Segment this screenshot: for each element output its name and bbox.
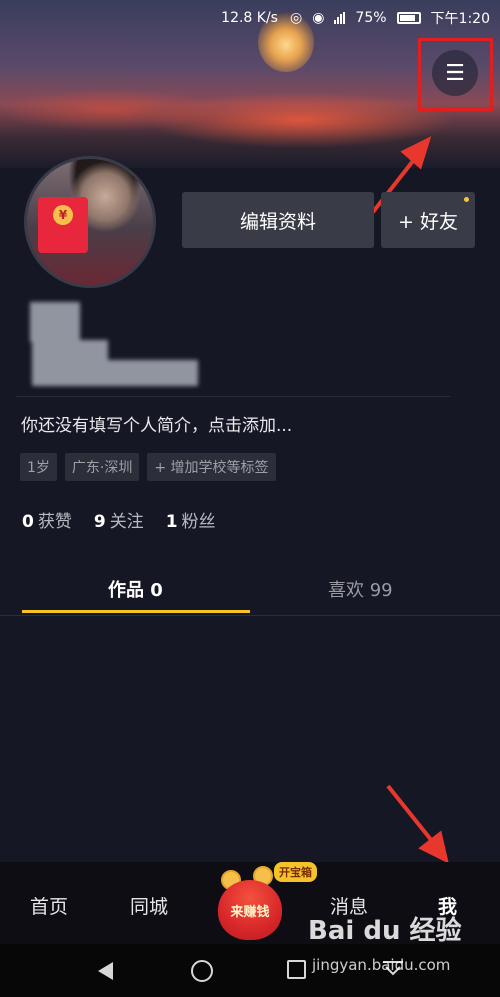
stat-following[interactable]: 9 关注 <box>94 507 144 532</box>
square-recent-icon[interactable] <box>287 960 306 979</box>
bio-text[interactable]: 你还没有填写个人简介，点击添加... <box>21 411 292 436</box>
nav-home[interactable]: 首页 <box>30 892 68 919</box>
tag-add-school[interactable]: + 增加学校等标签 <box>147 453 276 481</box>
arrow-to-menu-head <box>400 136 432 170</box>
tab-likes[interactable]: 喜欢 99 <box>328 576 393 602</box>
circle-home-icon[interactable] <box>191 960 213 982</box>
stat-likes[interactable]: 0 获赞 <box>22 507 72 532</box>
stat-followers-label: 粉丝 <box>181 512 216 532</box>
tag-location[interactable]: 广东·深圳 <box>64 453 140 481</box>
stat-likes-value: 0 <box>22 512 34 532</box>
edit-profile-label: 编辑资料 <box>239 210 316 233</box>
nav-city[interactable]: 同城 <box>130 892 168 919</box>
earn-label: 来赚钱 <box>230 904 270 920</box>
stat-followers[interactable]: 1 粉丝 <box>166 507 216 532</box>
tab-works[interactable]: 作品 0 <box>108 576 163 602</box>
coin-icon: ¥ <box>53 205 73 225</box>
stat-likes-label: 获赞 <box>37 512 72 532</box>
money-bag-icon: 来赚钱 <box>218 880 282 940</box>
triangle-back-icon[interactable] <box>98 962 113 980</box>
earn-money-button[interactable]: 来赚钱 <box>213 866 287 944</box>
add-friend-label: + 好友 <box>398 210 458 233</box>
tab-divider <box>0 615 500 616</box>
red-packet-icon[interactable]: ¥ <box>38 197 88 253</box>
treasure-badge[interactable]: 开宝箱 <box>274 862 317 882</box>
annotation-arrows <box>360 136 449 864</box>
active-tab-indicator <box>22 610 250 613</box>
watermark-url: jingyan.baidu.com <box>312 956 451 974</box>
add-friend-button[interactable]: + 好友 <box>381 192 475 248</box>
profile-stats: 0 获赞 9 关注 1 粉丝 <box>22 507 216 532</box>
profile-tags: 1岁 广东·深圳 + 增加学校等标签 <box>20 453 276 481</box>
divider <box>16 396 450 397</box>
stat-following-label: 关注 <box>109 512 144 532</box>
blurred-username <box>12 300 198 388</box>
notification-dot <box>464 197 469 202</box>
edit-profile-button[interactable]: 编辑资料 <box>182 192 374 248</box>
stat-followers-value: 1 <box>165 512 178 532</box>
arrow-to-me-line <box>386 784 438 848</box>
watermark-brand: Bai du 经验 <box>308 916 462 946</box>
arrow-to-me-head <box>418 830 449 864</box>
stat-following-value: 9 <box>93 512 106 532</box>
tag-age[interactable]: 1岁 <box>20 453 57 481</box>
